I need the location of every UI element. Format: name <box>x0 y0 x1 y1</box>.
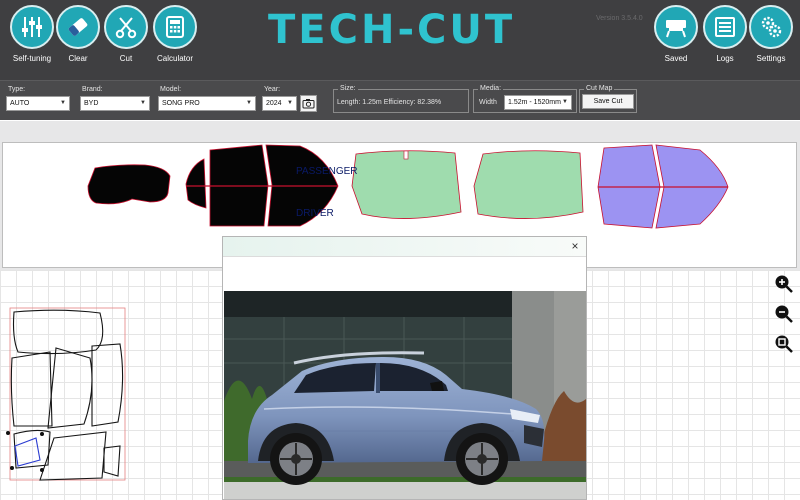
windshield-pattern-2[interactable] <box>473 150 584 219</box>
vehicle-photo-dialog: × <box>222 236 587 500</box>
nested-piece[interactable] <box>103 445 121 477</box>
close-button[interactable]: × <box>568 239 582 253</box>
zoom-out-icon <box>775 305 793 323</box>
selected-piece[interactable] <box>14 437 41 467</box>
dialog-header-area <box>224 258 586 290</box>
nested-piece[interactable] <box>12 309 104 355</box>
quarter-glass-pattern[interactable] <box>185 158 207 209</box>
zoom-in-icon <box>775 275 793 293</box>
media-boundary <box>9 307 126 481</box>
nested-piece[interactable] <box>47 347 93 429</box>
driver-label: DRIVER <box>296 208 334 219</box>
dialog-title-bar[interactable] <box>223 237 586 257</box>
windshield-pattern-1[interactable] <box>351 150 462 219</box>
pattern-shapes <box>87 144 729 229</box>
nesting-layout <box>6 307 126 481</box>
vehicle-photo <box>224 291 586 499</box>
zoom-in-button[interactable] <box>774 274 794 294</box>
zoom-fit-icon <box>775 335 793 353</box>
nested-piece[interactable] <box>91 343 124 427</box>
rear-window-pattern[interactable] <box>87 164 171 205</box>
zoom-out-button[interactable] <box>774 304 794 324</box>
mirror-notch <box>403 150 409 160</box>
passenger-label: PASSENGER <box>296 166 358 177</box>
zoom-fit-button[interactable] <box>774 334 794 354</box>
nested-piece[interactable] <box>10 351 53 427</box>
